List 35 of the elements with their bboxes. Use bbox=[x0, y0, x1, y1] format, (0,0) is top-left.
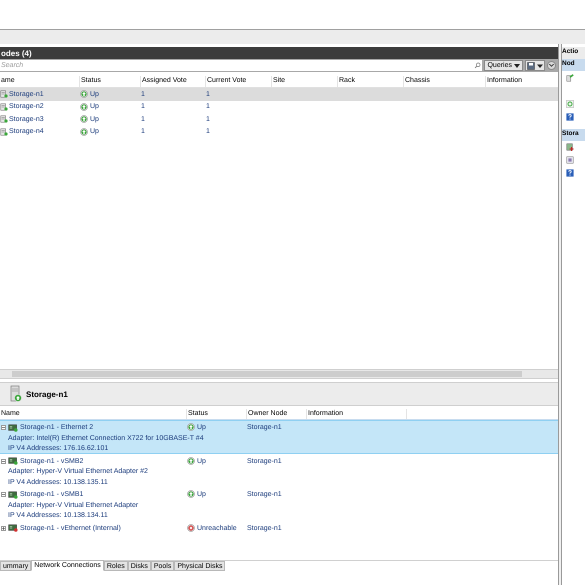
disk-add-icon[interactable] bbox=[566, 143, 574, 151]
scrollbar-thumb[interactable] bbox=[12, 371, 522, 377]
server-icon bbox=[10, 385, 22, 403]
status-error-icon bbox=[187, 524, 195, 532]
server-icon bbox=[0, 128, 8, 136]
collapse-toggle[interactable] bbox=[1, 425, 6, 430]
status-up-icon bbox=[80, 90, 88, 98]
search-icon bbox=[474, 62, 482, 69]
collapse-button[interactable] bbox=[547, 61, 556, 70]
collapse-toggle[interactable] bbox=[1, 458, 6, 464]
refresh-icon[interactable] bbox=[566, 100, 574, 108]
network-adapter-icon bbox=[8, 490, 18, 498]
node-add-icon[interactable] bbox=[566, 74, 574, 82]
status-up-icon bbox=[187, 456, 195, 464]
expand-toggle[interactable] bbox=[1, 526, 6, 530]
dropdown-arrow-icon bbox=[514, 64, 520, 68]
status-up-icon bbox=[80, 128, 88, 136]
network-adapter-icon bbox=[8, 457, 18, 465]
network-adapter-icon bbox=[8, 524, 18, 532]
status-up-icon bbox=[187, 423, 195, 431]
disk-icon[interactable] bbox=[566, 156, 574, 164]
status-up-icon bbox=[80, 115, 88, 124]
status-up-icon bbox=[187, 490, 195, 498]
help-icon[interactable] bbox=[566, 169, 574, 177]
server-icon bbox=[0, 90, 8, 98]
status-up-icon bbox=[80, 102, 88, 111]
network-adapter-icon bbox=[8, 424, 18, 432]
server-icon bbox=[0, 102, 8, 111]
help-icon[interactable] bbox=[566, 113, 574, 121]
server-icon bbox=[0, 115, 8, 124]
collapse-toggle[interactable] bbox=[1, 492, 6, 497]
chevron-icon bbox=[549, 64, 554, 67]
save-button[interactable] bbox=[525, 60, 545, 71]
pane-title: odes (4) bbox=[1, 48, 32, 58]
pane-title: Storage-n1 bbox=[26, 390, 68, 398]
